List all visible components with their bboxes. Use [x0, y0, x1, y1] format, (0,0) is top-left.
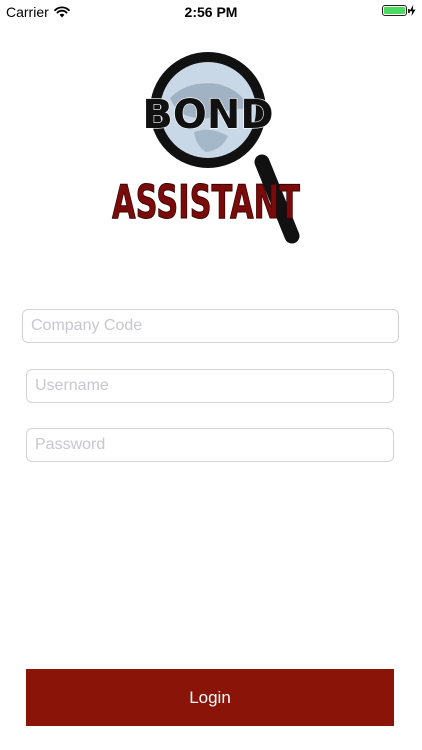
- username-input[interactable]: [26, 369, 394, 403]
- logo-word-top: BOND: [142, 92, 273, 138]
- app-logo: BOND ASSISTANT: [110, 52, 310, 248]
- login-button-label: Login: [189, 687, 231, 707]
- bond-assistant-logo: BOND ASSISTANT: [112, 52, 301, 244]
- battery-icon: [382, 5, 410, 16]
- status-time: 2:56 PM: [184, 4, 238, 20]
- company-code-input[interactable]: [22, 309, 399, 343]
- login-button[interactable]: Login: [26, 669, 394, 726]
- logo-word-bottom: ASSISTANT: [112, 175, 300, 229]
- charging-bolt-icon: [409, 5, 416, 16]
- battery-group: [382, 5, 416, 16]
- password-input[interactable]: [26, 428, 394, 462]
- battery-cap: [408, 9, 410, 13]
- battery-fill: [384, 7, 405, 14]
- status-bar: Carrier 2:56 PM: [0, 0, 422, 26]
